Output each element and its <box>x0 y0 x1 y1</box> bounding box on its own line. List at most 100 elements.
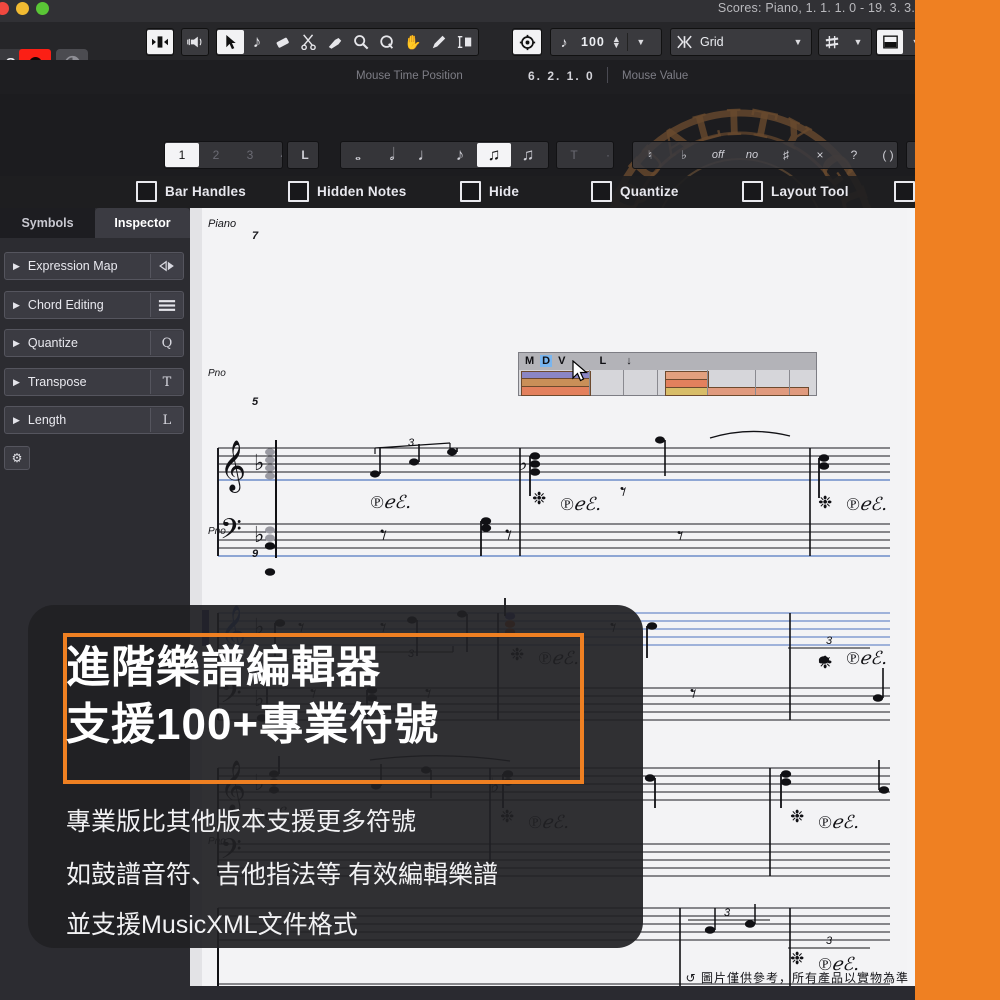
midi-lane-tab-down[interactable]: ↓ <box>626 355 632 367</box>
object-selection-tool[interactable] <box>217 30 244 54</box>
accidental-doublesharp[interactable]: × <box>803 143 837 167</box>
checkbox-quantize[interactable]: Quantize <box>591 181 679 202</box>
right-orange-band <box>915 0 1000 1000</box>
tab-inspector[interactable]: Inspector <box>95 208 190 238</box>
checkbox-box[interactable] <box>288 181 309 202</box>
page-view-button[interactable] <box>877 30 903 54</box>
checkbox-box[interactable] <box>460 181 481 202</box>
midi-lane-popup[interactable]: M D V L ↓ <box>518 352 817 396</box>
panel-tabs[interactable]: Symbols Inspector <box>0 208 190 238</box>
midi-lane-tab-m[interactable]: M <box>525 355 534 367</box>
checkbox-hide[interactable]: Hide <box>460 181 519 202</box>
accidental-natural[interactable]: ♮ <box>633 143 667 167</box>
disclosure-triangle-icon[interactable]: ▶ <box>13 338 20 349</box>
disclosure-triangle-icon[interactable]: ▶ <box>13 261 20 272</box>
auto-scroll-button[interactable] <box>147 30 173 54</box>
voice-button-3[interactable]: 3 <box>233 143 267 167</box>
svg-text:𝄾: 𝄾 <box>505 520 512 551</box>
accidental-question[interactable]: ? <box>837 143 871 167</box>
inspector-section-transpose[interactable]: ▶ Transpose T <box>4 368 184 396</box>
checkbox-hidden-notes[interactable]: Hidden Notes <box>288 181 406 202</box>
checkbox-bar-handles[interactable]: Bar Handles <box>136 181 246 202</box>
zoom-button[interactable] <box>36 2 49 15</box>
eraser-tool[interactable] <box>270 30 296 54</box>
midi-lane-tab-l[interactable]: L <box>599 355 606 367</box>
tuplet-button[interactable]: T <box>557 143 591 167</box>
checkbox-layout-tool[interactable]: Layout Tool <box>742 181 849 202</box>
glue-tool[interactable] <box>322 30 348 54</box>
window-traffic-lights[interactable] <box>0 2 49 15</box>
quantize-q-icon <box>380 35 394 49</box>
window-titlebar: Scores: Piano, 1. 1. 1. 0 - 19. 3. 3. <box>0 0 915 22</box>
text-insert-tool[interactable] <box>452 30 478 54</box>
midi-lane-tab-d[interactable]: D <box>540 355 553 367</box>
note-value-half[interactable]: 𝅗𝅥 <box>375 143 409 167</box>
scissors-tool[interactable] <box>296 30 322 54</box>
midi-lane-tab-v[interactable]: V <box>558 355 565 367</box>
svg-text:❉: ❉ <box>790 949 804 968</box>
accidental-parenthesis[interactable]: ( ) <box>871 143 897 167</box>
minimize-button[interactable] <box>16 2 29 15</box>
velocity-value[interactable]: 100 <box>577 30 609 54</box>
disclosure-triangle-icon[interactable]: ▶ <box>13 377 20 388</box>
key-dropdown-caret[interactable]: ▼ <box>845 30 871 54</box>
checkbox-box[interactable] <box>742 181 763 202</box>
checkbox-box[interactable] <box>136 181 157 202</box>
accidental-sharp[interactable]: ♯ <box>769 143 803 167</box>
zoom-tool[interactable] <box>348 30 374 54</box>
velocity-stepper[interactable]: ▲ ▼ <box>612 35 621 50</box>
disclosure-triangle-icon[interactable]: ▶ <box>13 415 20 426</box>
midi-lane-popup-header[interactable]: M D V L ↓ <box>519 353 816 369</box>
velocity-dropdown-caret[interactable]: ▼ <box>628 30 654 54</box>
voice-button-4[interactable]: 4 <box>267 143 282 167</box>
score-symbol-toolbar[interactable]: 1 2 3 4 L 𝅝 𝅗𝅥 ♩ ♪ ♫ ♫ ♪ T · ♮ ♭ off <box>0 135 944 175</box>
grid-mode-icon <box>671 30 697 54</box>
inspector-section-expression-map[interactable]: ▶ Expression Map <box>4 252 184 280</box>
window-title: Scores: Piano, 1. 1. 1. 0 - 19. 3. 3. <box>717 1 915 15</box>
accidental-flat[interactable]: ♭ <box>667 143 701 167</box>
grid-select-value[interactable]: Grid <box>697 35 785 49</box>
accidental-no[interactable]: no <box>735 143 769 167</box>
midi-clip[interactable] <box>521 386 591 396</box>
svg-text:℗ℯℰ.: ℗ℯℰ. <box>560 494 601 515</box>
page-layout-icon <box>882 35 898 49</box>
score-options-bar[interactable]: Bar Handles Hidden Notes Hide Quantize L… <box>0 176 915 208</box>
accidental-off[interactable]: off <box>701 143 735 167</box>
tab-symbols[interactable]: Symbols <box>0 208 95 238</box>
midi-clip[interactable] <box>707 387 809 396</box>
draw-note-tool[interactable]: ♪ <box>244 30 270 54</box>
layout-mode-button[interactable]: L <box>288 143 318 167</box>
note-value-quarter[interactable]: ♩ <box>409 143 443 167</box>
pencil-tool[interactable] <box>426 30 452 54</box>
inspector-section-chord-editing[interactable]: ▶ Chord Editing <box>4 291 184 319</box>
note-value-whole[interactable]: 𝅝 <box>341 143 375 167</box>
measure-number-1: 7 <box>252 230 259 242</box>
inspector-section-quantize[interactable]: ▶ Quantize Q <box>4 329 184 357</box>
grid-dropdown-caret[interactable]: ▼ <box>785 30 811 54</box>
midi-lane-clips[interactable] <box>519 370 816 396</box>
main-toolbar[interactable]: S <box>0 22 938 77</box>
close-button[interactable] <box>0 2 9 15</box>
inspector-section-length[interactable]: ▶ Length L <box>4 406 184 434</box>
checkbox-box[interactable] <box>591 181 612 202</box>
key-signature-button[interactable] <box>819 30 845 54</box>
note-value-thirtysecond[interactable]: ♫ <box>511 143 545 167</box>
panel-settings-button[interactable]: ⚙ <box>4 446 30 470</box>
note-value-sixtyfourth[interactable]: ♪ <box>545 143 548 167</box>
dot-button[interactable]: · <box>591 143 613 167</box>
checkbox-box[interactable] <box>894 181 915 202</box>
expression-map-icon <box>150 254 183 278</box>
hand-tool[interactable]: ✋ <box>400 30 426 54</box>
score-bottom-scrollbar[interactable] <box>190 986 915 1000</box>
note-value-sixteenth[interactable]: ♫ <box>477 143 511 167</box>
voice-button-1[interactable]: 1 <box>165 143 199 167</box>
note-value-eighth[interactable]: ♪ <box>443 143 477 167</box>
mouse-cursor-icon <box>572 360 589 382</box>
voice-button-2[interactable]: 2 <box>199 143 233 167</box>
system-instrument-label-3: Pno <box>208 526 226 537</box>
snap-toggle-button[interactable] <box>513 30 541 54</box>
disclosure-triangle-icon[interactable]: ▶ <box>13 300 20 311</box>
audition-speaker-button[interactable] <box>182 30 208 54</box>
quantize-tool[interactable] <box>374 30 400 54</box>
sharp-icon <box>825 35 839 48</box>
